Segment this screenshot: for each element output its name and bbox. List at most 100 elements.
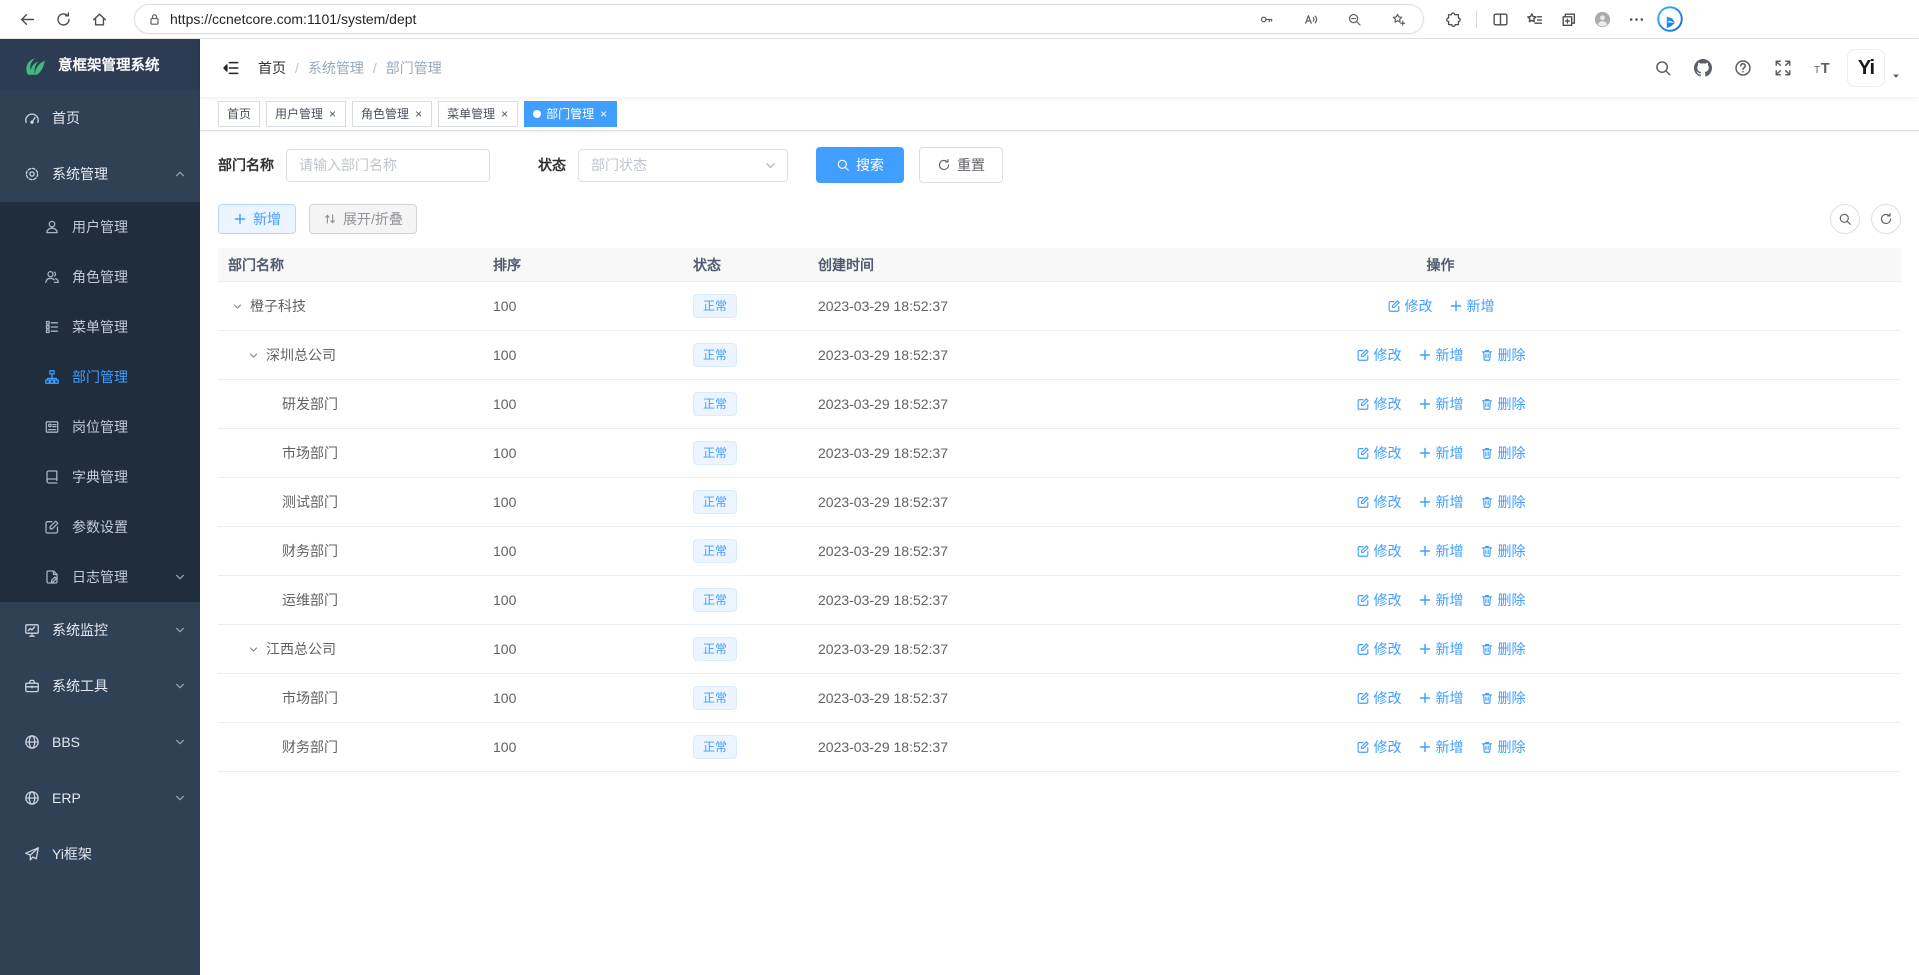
dept-name-label: 部门名称	[218, 155, 274, 175]
sidebar-item-用户管理[interactable]: 用户管理	[0, 202, 200, 252]
status-select[interactable]: 部门状态	[578, 149, 788, 182]
sort-cell: 100	[483, 298, 683, 314]
extensions-icon[interactable]	[1438, 4, 1468, 34]
edit-link[interactable]: 修改	[1356, 541, 1402, 561]
sidebar-item-首页[interactable]: 首页	[0, 90, 200, 146]
font-size-icon[interactable]: TT	[1809, 54, 1837, 82]
refresh-icon[interactable]	[1871, 204, 1901, 234]
sidebar-item-参数设置[interactable]: 参数设置	[0, 502, 200, 552]
sidebar-item-岗位管理[interactable]: 岗位管理	[0, 402, 200, 452]
address-bar[interactable]: https://ccnetcore.com:1101/system/dept	[134, 4, 1424, 34]
expand-collapse-button[interactable]: 展开/折叠	[309, 204, 417, 234]
help-icon[interactable]	[1729, 54, 1757, 82]
lock-icon[interactable]	[147, 12, 162, 27]
sidebar-item-ERP[interactable]: ERP	[0, 770, 200, 826]
delete-link[interactable]: 删除	[1480, 492, 1526, 512]
edit-link[interactable]: 修改	[1356, 492, 1402, 512]
add-link[interactable]: 新增	[1418, 639, 1464, 659]
delete-link[interactable]: 删除	[1480, 590, 1526, 610]
zoom-out-icon[interactable]	[1339, 4, 1369, 34]
add-button[interactable]: 新增	[218, 204, 296, 234]
add-favorite-icon[interactable]	[1383, 4, 1413, 34]
sidebar-item-Yi框架[interactable]: Yi框架	[0, 826, 200, 882]
add-link[interactable]: 新增	[1418, 443, 1464, 463]
add-link[interactable]: 新增	[1449, 296, 1495, 316]
app-title: 意框架管理系统	[58, 54, 160, 75]
edit-link[interactable]: 修改	[1356, 737, 1402, 757]
row-actions: 修改新增删除	[1356, 443, 1526, 463]
sidebar-item-系统监控[interactable]: 系统监控	[0, 602, 200, 658]
add-link[interactable]: 新增	[1418, 345, 1464, 365]
close-icon[interactable]: ×	[599, 107, 608, 121]
dept-name-cell: 运维部门	[218, 590, 483, 610]
home-icon[interactable]	[84, 4, 114, 34]
sidebar-item-系统管理[interactable]: 系统管理	[0, 146, 200, 202]
refresh-icon[interactable]	[48, 4, 78, 34]
row-actions: 修改新增删除	[1356, 688, 1526, 708]
add-link[interactable]: 新增	[1418, 688, 1464, 708]
favorites-icon[interactable]	[1519, 4, 1549, 34]
expand-arrow-icon[interactable]	[244, 346, 262, 364]
edit-link[interactable]: 修改	[1387, 296, 1433, 316]
search-button[interactable]: 搜索	[816, 147, 904, 183]
app-logo[interactable]: 意框架管理系统	[0, 39, 200, 90]
add-link[interactable]: 新增	[1418, 737, 1464, 757]
add-link[interactable]: 新增	[1418, 541, 1464, 561]
edit-link[interactable]: 修改	[1356, 394, 1402, 414]
close-icon[interactable]: ×	[328, 107, 337, 121]
edit-link[interactable]: 修改	[1356, 443, 1402, 463]
bing-icon[interactable]	[1655, 4, 1685, 34]
sidebar-item-角色管理[interactable]: 角色管理	[0, 252, 200, 302]
chevron-down-icon	[174, 792, 186, 804]
edit-link[interactable]: 修改	[1356, 688, 1402, 708]
key-icon[interactable]	[1251, 4, 1281, 34]
add-link[interactable]: 新增	[1418, 492, 1464, 512]
edit-link-label: 修改	[1374, 639, 1402, 659]
breadcrumb-item[interactable]: 首页	[258, 58, 286, 78]
add-link[interactable]: 新增	[1418, 394, 1464, 414]
tab-角色管理[interactable]: 角色管理×	[352, 101, 432, 127]
sidebar-item-BBS[interactable]: BBS	[0, 714, 200, 770]
delete-link[interactable]: 删除	[1480, 443, 1526, 463]
edit-link[interactable]: 修改	[1356, 345, 1402, 365]
tab-部门管理[interactable]: 部门管理×	[524, 101, 617, 127]
sidebar-toggle[interactable]	[218, 55, 244, 81]
github-icon[interactable]	[1689, 54, 1717, 82]
fullscreen-icon[interactable]	[1769, 54, 1797, 82]
reset-button[interactable]: 重置	[919, 147, 1003, 183]
delete-link[interactable]: 删除	[1480, 639, 1526, 659]
dept-name-input[interactable]	[286, 149, 490, 182]
sidebar-item-系统工具[interactable]: 系统工具	[0, 658, 200, 714]
status-cell: 正常	[683, 441, 808, 465]
add-link[interactable]: 新增	[1418, 590, 1464, 610]
delete-link[interactable]: 删除	[1480, 345, 1526, 365]
close-icon[interactable]: ×	[500, 107, 509, 121]
split-screen-icon[interactable]	[1485, 4, 1515, 34]
expand-arrow-icon[interactable]	[244, 640, 262, 658]
column-header: 部门名称	[218, 255, 483, 275]
sidebar-item-部门管理[interactable]: 部门管理	[0, 352, 200, 402]
expand-arrow-icon[interactable]	[228, 297, 246, 315]
more-icon[interactable]	[1621, 4, 1651, 34]
close-icon[interactable]: ×	[414, 107, 423, 121]
user-menu[interactable]: Yi	[1847, 49, 1901, 87]
collections-icon[interactable]	[1553, 4, 1583, 34]
search-icon[interactable]	[1830, 204, 1860, 234]
sidebar-item-字典管理[interactable]: 字典管理	[0, 452, 200, 502]
back-icon[interactable]	[12, 4, 42, 34]
delete-link[interactable]: 删除	[1480, 737, 1526, 757]
sidebar-item-菜单管理[interactable]: 菜单管理	[0, 302, 200, 352]
read-aloud-icon[interactable]	[1295, 4, 1325, 34]
delete-link[interactable]: 删除	[1480, 541, 1526, 561]
tab-用户管理[interactable]: 用户管理×	[266, 101, 346, 127]
edit-link[interactable]: 修改	[1356, 639, 1402, 659]
search-icon[interactable]	[1649, 54, 1677, 82]
delete-link[interactable]: 删除	[1480, 688, 1526, 708]
profile-icon[interactable]	[1587, 4, 1617, 34]
edit-link[interactable]: 修改	[1356, 590, 1402, 610]
avatar[interactable]: Yi	[1847, 49, 1885, 87]
tab-菜单管理[interactable]: 菜单管理×	[438, 101, 518, 127]
tab-首页[interactable]: 首页	[218, 101, 260, 127]
delete-link[interactable]: 删除	[1480, 394, 1526, 414]
sidebar-item-日志管理[interactable]: 日志管理	[0, 552, 200, 602]
